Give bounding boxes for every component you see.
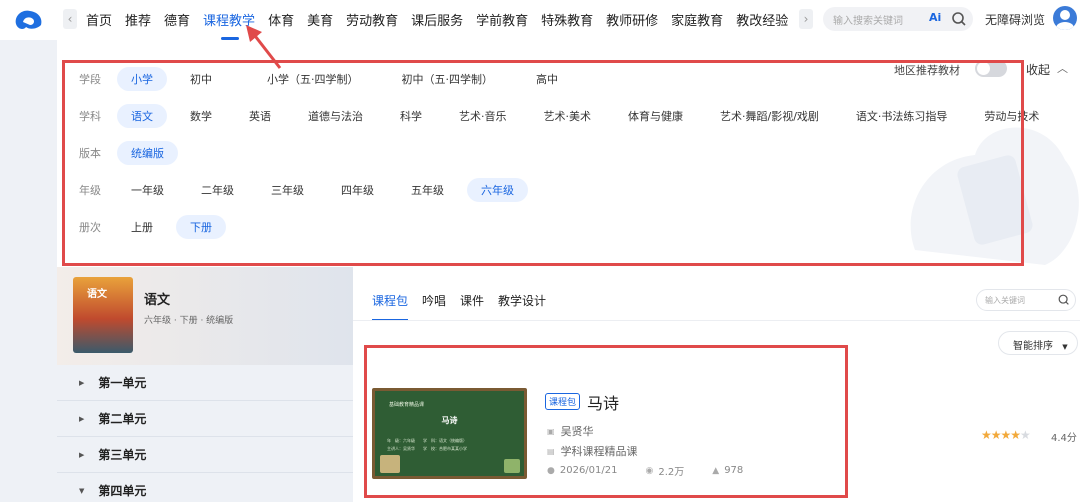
main-nav: 首页 推荐 德育 课程教学 体育 美育 劳动教育 课后服务 学前教育 特殊教育 … xyxy=(86,10,801,40)
top-search-placeholder: 输入搜索关键词 xyxy=(833,16,903,27)
unit-item-1[interactable]: ▶ 第一单元 xyxy=(57,365,353,401)
unit-label: 第三单元 xyxy=(98,448,147,462)
highlight-box-filters xyxy=(62,60,1024,266)
nav-scroll-right-button[interactable]: › xyxy=(799,9,813,29)
nav-item-preschool[interactable]: 学前教育 xyxy=(476,10,528,32)
caret-down-icon: ▼ xyxy=(79,486,85,495)
unit-item-3[interactable]: ▶ 第三单元 xyxy=(57,437,353,473)
nav-item-special-ed[interactable]: 特殊教育 xyxy=(541,10,593,32)
unit-item-4[interactable]: ▼ 第四单元 xyxy=(57,473,353,502)
tab-lesson-design[interactable]: 教学设计 xyxy=(498,292,546,309)
user-avatar[interactable] xyxy=(1053,6,1077,30)
textbook-cover-title: 语文 xyxy=(87,289,107,300)
search-icon[interactable] xyxy=(951,11,967,27)
search-icon[interactable] xyxy=(1057,293,1071,307)
content-search-placeholder: 输入关键词 xyxy=(985,296,1025,305)
nav-item-recommend[interactable]: 推荐 xyxy=(125,10,151,32)
tab-divider xyxy=(353,320,1080,321)
sort-label: 智能排序 xyxy=(1013,341,1053,352)
highlight-box-course xyxy=(364,345,848,498)
tab-chant[interactable]: 吟唱 xyxy=(422,292,446,309)
annotation-arrow-icon xyxy=(246,25,282,69)
nav-item-reform[interactable]: 教改经验 xyxy=(736,10,788,32)
caret-right-icon: ▶ xyxy=(79,450,85,459)
nav-item-home[interactable]: 首页 xyxy=(86,10,112,32)
unit-label: 第一单元 xyxy=(98,376,147,390)
content-tabs: 课程包 吟唱 课件 教学设计 xyxy=(372,292,560,321)
user-icon xyxy=(1056,10,1074,30)
collapse-button[interactable]: 收起 xyxy=(1026,61,1050,78)
rating-stars-icon: ★★★★★ xyxy=(981,428,1031,442)
nav-item-teacher-training[interactable]: 教师研修 xyxy=(606,10,658,32)
site-logo-icon[interactable] xyxy=(12,6,46,32)
ai-search-icon[interactable]: Ai xyxy=(929,11,941,24)
top-navbar: ‹ 首页 推荐 德育 课程教学 体育 美育 劳动教育 课后服务 学前教育 特殊教… xyxy=(0,0,1080,40)
caret-down-icon: ▼ xyxy=(1062,343,1068,351)
unit-list: ▶ 第一单元 ▶ 第二单元 ▶ 第三单元 ▼ 第四单元 xyxy=(57,365,353,502)
nav-item-family-ed[interactable]: 家庭教育 xyxy=(671,10,723,32)
textbook-meta: 六年级 · 下册 · 统编版 xyxy=(144,316,234,326)
unit-label: 第四单元 xyxy=(98,484,147,498)
nav-item-arts[interactable]: 美育 xyxy=(307,10,333,32)
caret-right-icon: ▶ xyxy=(79,414,85,423)
caret-right-icon: ▶ xyxy=(79,378,85,387)
sort-dropdown[interactable]: 智能排序 ▼ xyxy=(998,331,1078,355)
textbook-title: 语文 xyxy=(144,293,171,308)
textbook-cover: 语文 xyxy=(73,277,133,353)
tab-courseware[interactable]: 课件 xyxy=(460,292,484,309)
left-margin xyxy=(0,40,57,502)
nav-item-labor[interactable]: 劳动教育 xyxy=(346,10,398,32)
nav-item-moral[interactable]: 德育 xyxy=(164,10,190,32)
content-search-input[interactable]: 输入关键词 xyxy=(976,289,1076,311)
chevron-up-icon[interactable]: ︿ xyxy=(1057,60,1068,76)
nav-scroll-left-button[interactable]: ‹ xyxy=(63,9,77,29)
textbook-card: 语文 语文 六年级 · 下册 · 统编版 xyxy=(57,267,353,365)
tab-course-package[interactable]: 课程包 xyxy=(372,292,409,321)
unit-label: 第二单元 xyxy=(98,412,147,426)
nav-item-after-school[interactable]: 课后服务 xyxy=(411,10,463,32)
accessibility-link[interactable]: 无障碍浏览 xyxy=(985,11,1045,28)
course-rating: 4.4分 xyxy=(1051,433,1077,444)
unit-item-2[interactable]: ▶ 第二单元 xyxy=(57,401,353,437)
top-search-input[interactable]: 输入搜索关键词 Ai xyxy=(823,7,973,31)
